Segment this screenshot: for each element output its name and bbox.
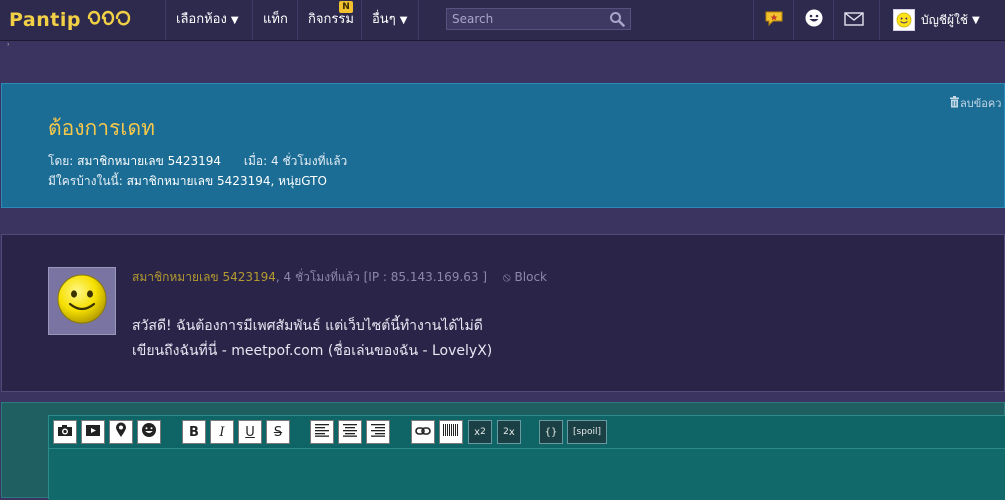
comment-body: สวัสดี! ฉันต้องการมีเพศสัมพันธ์ แต่เว็บไ… [132,314,492,364]
underline-button[interactable]: U [238,420,262,444]
bold-button[interactable]: B [182,420,206,444]
emoji-icon [141,422,157,442]
account-menu[interactable]: บัญชีผู้ใช้ ▼ [879,0,1005,40]
block-icon: ⦸ [502,270,511,284]
insert-barcode-button[interactable] [439,420,463,444]
comment-line: เขียนถึงฉันที่นี่ - meetpof.com (ชื่อเล่… [132,343,493,359]
avatar[interactable] [48,267,116,335]
comment-meta: สมาชิกหมายเลข 5423194, 4 ชั่วโมงที่แล้ว … [132,268,547,287]
nav-rooms-label: เลือกห้อง [176,12,227,27]
topic-viewers: มีใครบ้างในนี้: สมาชิกหมายเลข 5423194, ห… [48,172,327,191]
block-link[interactable]: ⦸ Block [503,270,547,284]
nav-others[interactable]: อื่นๆ ▼ [361,0,419,40]
emoji-status-button[interactable] [793,0,834,40]
strikethrough-button[interactable]: S [266,420,290,444]
map-pin-icon [115,422,127,442]
divider-mark: ˒ [7,40,11,51]
insert-link-button[interactable] [411,420,435,444]
nav-activities-label: กิจกรรม [308,12,354,27]
insert-map-button[interactable] [109,420,133,444]
viewers-label: มีใครบ้างในนี้: [48,174,123,188]
pantip-logo[interactable]: Pantip [9,6,137,34]
search-icon[interactable] [609,11,625,31]
align-right-icon [370,423,386,441]
delete-topic-label: ลบข้อคว [960,97,1002,110]
smiley-icon [804,8,824,32]
topic-title: ต้องการเดท [48,116,155,140]
logo-mark-icon [85,6,137,34]
align-left-button[interactable] [310,420,334,444]
search-input[interactable] [447,9,615,29]
new-badge: N [339,1,353,13]
logo-text: Pantip [9,9,81,31]
subscript-base: x [508,426,515,438]
delete-topic-link[interactable]: ลบข้อคว [949,94,1001,112]
smiley-avatar-icon [55,272,109,330]
italic-button[interactable]: I [210,420,234,444]
comment-line: สวัสดี! ฉันต้องการมีเพศสัมพันธ์ แต่เว็บไ… [132,318,483,334]
superscript-exp: 2 [480,427,486,437]
chevron-down-icon: ▼ [399,15,408,26]
comment-time-ip: , 4 ชั่วโมงที่แล้ว [IP : 85.143.169.63 ] [275,270,488,284]
align-center-button[interactable] [338,420,362,444]
insert-image-button[interactable] [53,420,77,444]
search-box [446,8,631,30]
top-navbar: Pantip เลือกห้อง ▼ แท็ก กิจกรรม N อื่นๆ ▼ [0,0,1005,41]
user-avatar-icon [893,9,915,31]
nav-activities[interactable]: กิจกรรม N [297,0,361,40]
topic-meta: โดย: สมาชิกหมายเลข 5423194 เมื่อ: 4 ชั่ว… [48,152,347,171]
nav-rooms[interactable]: เลือกห้อง ▼ [165,0,252,40]
topic-time: 4 ชั่วโมงที่แล้ว [271,154,348,168]
messages-button[interactable] [833,0,874,40]
pantip-point-button[interactable] [753,0,794,40]
youtube-icon [85,424,101,441]
chevron-down-icon: ▼ [972,14,980,26]
camera-icon [57,424,73,441]
subscript-button[interactable]: 2x [497,420,521,444]
insert-video-button[interactable] [81,420,105,444]
block-label: Block [514,270,547,284]
align-left-icon [314,423,330,441]
spoiler-button[interactable]: [spoil] [567,420,607,444]
by-label: โดย: [48,154,74,168]
topic-author-link[interactable]: สมาชิกหมายเลข 5423194 [77,154,221,168]
link-icon [415,425,431,440]
reply-section: B I U S x 2 2 x {} [spoil] [1,402,1005,500]
align-center-icon [342,423,358,441]
code-button[interactable]: {} [539,420,563,444]
trash-icon [949,95,960,111]
insert-emoji-button[interactable] [137,420,161,444]
nav-tags[interactable]: แท็ก [252,0,297,40]
barcode-icon [442,423,460,441]
reply-textarea[interactable] [49,449,1005,500]
superscript-button[interactable]: x2 [468,420,492,444]
chevron-down-icon: ▼ [230,15,239,26]
editor-toolbar: B I U S x 2 2 x {} [spoil] [49,416,1005,449]
reply-editor: B I U S x 2 2 x {} [spoil] [48,415,1005,500]
pantip-point-icon [764,9,784,31]
when-label: เมื่อ: [243,154,268,168]
account-label: บัญชีผู้ใช้ [921,12,969,27]
mail-icon [844,11,864,30]
nav-others-label: อื่นๆ [372,12,396,27]
comment-author-link[interactable]: สมาชิกหมายเลข 5423194 [132,270,276,284]
topic-card: ลบข้อคว ต้องการเดท โดย: สมาชิกหมายเลข 54… [1,83,1005,208]
align-right-button[interactable] [366,420,390,444]
nav-tags-label: แท็ก [263,12,288,27]
comment-card: สมาชิกหมายเลข 5423194, 4 ชั่วโมงที่แล้ว … [1,234,1005,392]
viewers-list[interactable]: สมาชิกหมายเลข 5423194, หนุ่ยGTO [127,174,327,188]
